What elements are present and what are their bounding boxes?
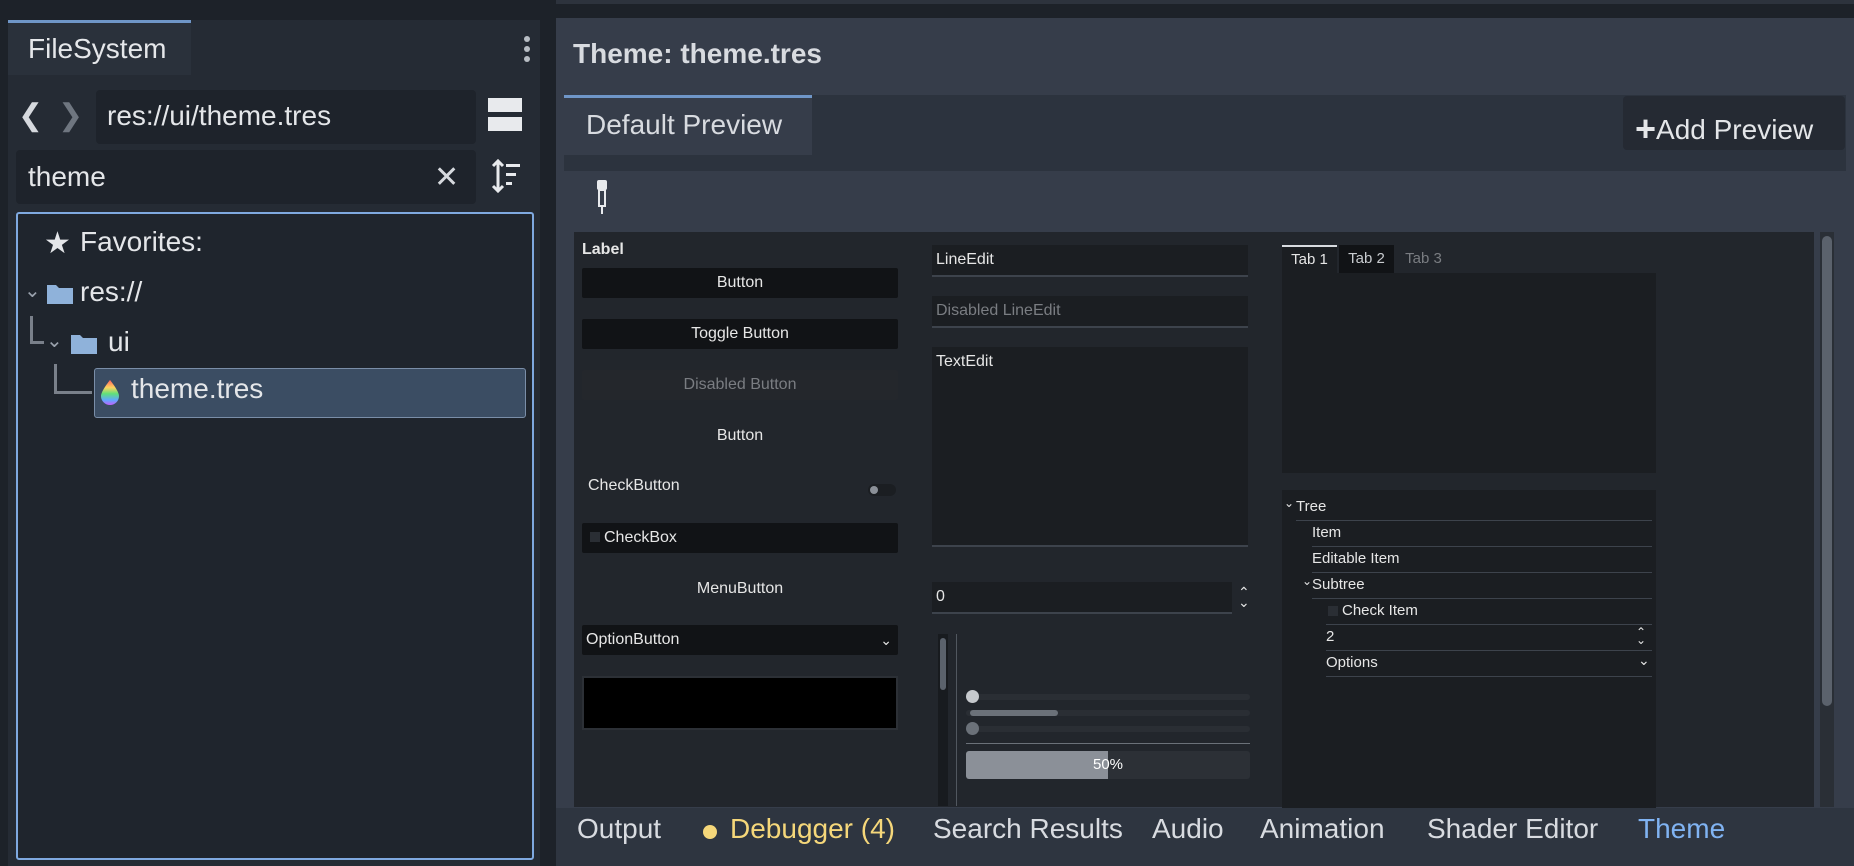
line-edit[interactable]: LineEdit: [932, 245, 1248, 277]
star-icon: ★: [44, 227, 71, 260]
chevron-down-icon[interactable]: ⌄: [24, 278, 41, 303]
tree-root-label: Tree: [1296, 498, 1327, 515]
eyedropper-icon[interactable]: [592, 178, 612, 218]
label-control: Label: [582, 241, 624, 258]
tab-output[interactable]: Output: [577, 813, 661, 845]
checkbox-icon[interactable]: [1328, 606, 1338, 616]
tab-filesystem[interactable]: FileSystem: [8, 20, 191, 75]
tab-default-preview[interactable]: Default Preview: [564, 95, 812, 155]
chevron-down-icon: ⌄: [1638, 652, 1650, 668]
favorites-label: Favorites:: [80, 226, 203, 257]
button-control[interactable]: Button: [582, 268, 898, 298]
v-separator: [956, 634, 957, 806]
tree-subtree[interactable]: Subtree: [1312, 576, 1365, 593]
search-input[interactable]: theme: [16, 150, 476, 204]
toggle-switch[interactable]: [868, 484, 896, 496]
chevron-down-icon[interactable]: ⌄: [46, 328, 63, 353]
flat-button[interactable]: Button: [582, 421, 898, 451]
forward-arrow-icon[interactable]: ❯: [58, 98, 83, 133]
spin-box[interactable]: 0: [932, 582, 1232, 614]
tree-item-theme-tres[interactable]: theme.tres: [94, 368, 526, 418]
tree-range-value[interactable]: 2: [1326, 628, 1334, 645]
tree-guide-line: [54, 364, 92, 394]
filesystem-dock: FileSystem ❮ ❯ res://ui/theme.tres theme…: [8, 20, 540, 866]
tree-item-label: res://: [80, 276, 143, 307]
disabled-button: Disabled Button: [582, 370, 898, 400]
menu-button[interactable]: MenuButton: [582, 574, 898, 604]
path-text: res://ui/theme.tres: [107, 100, 332, 131]
tab-debugger[interactable]: Debugger (4): [730, 813, 895, 845]
theme-resource-icon: [99, 379, 121, 412]
clear-icon[interactable]: ✕: [434, 160, 459, 195]
add-preview-button[interactable]: +Add Preview: [1623, 96, 1845, 150]
tree-check-item[interactable]: Check Item: [1342, 602, 1418, 619]
preview-panel: Label Button Toggle Button Disabled Butt…: [574, 232, 1814, 808]
checkbox-control[interactable]: CheckBox: [582, 523, 898, 553]
option-button[interactable]: OptionButton ⌄: [582, 625, 898, 655]
tab-label: FileSystem: [28, 33, 167, 64]
tree-item[interactable]: Item: [1312, 524, 1341, 541]
tab-audio[interactable]: Audio: [1152, 813, 1224, 845]
tab-theme[interactable]: Theme: [1638, 813, 1725, 845]
chevron-down-icon: ⌄: [880, 632, 892, 648]
tree-item-label: ui: [108, 326, 130, 357]
plus-icon: +: [1635, 108, 1657, 149]
tab-animation[interactable]: Animation: [1260, 813, 1385, 845]
warning-dot-icon: [703, 825, 717, 839]
tree-options[interactable]: Options: [1326, 654, 1378, 671]
split-mode-icon[interactable]: [488, 98, 522, 132]
spin-arrows-icon[interactable]: ⌃ ⌄: [1238, 585, 1250, 609]
check-button-label: CheckButton: [588, 477, 680, 494]
h-separator: [966, 743, 1250, 744]
progress-label: 50%: [1092, 756, 1124, 773]
option-button-label: OptionButton: [586, 631, 680, 648]
range-slider[interactable]: [966, 722, 1250, 735]
tree-guide-line: [30, 316, 44, 344]
search-text: theme: [28, 161, 106, 192]
file-tree[interactable]: ★ Favorites: ⌄ res:// ⌄ ui theme.tres: [16, 212, 534, 860]
tab-2[interactable]: Tab 2: [1339, 245, 1394, 273]
chevron-down-icon[interactable]: ⌄: [1284, 496, 1294, 510]
folder-icon: [70, 330, 98, 362]
top-strip: [556, 0, 1854, 4]
tree-control[interactable]: ⌄ Tree Item Editable Item ⌄ Subtree Chec…: [1282, 490, 1656, 808]
v-scrollbar[interactable]: [938, 634, 948, 806]
dock-menu-icon[interactable]: [520, 32, 534, 72]
tree-item-ui[interactable]: ⌄ ui: [18, 316, 518, 364]
color-picker-button[interactable]: [582, 676, 898, 730]
preview-scrollbar[interactable]: [1820, 232, 1834, 807]
theme-editor: Theme: theme.tres Default Preview +Add P…: [556, 0, 1854, 866]
progress-bar: 50%: [966, 751, 1250, 779]
tab-1[interactable]: Tab 1: [1282, 245, 1337, 273]
checkbox-label: CheckBox: [604, 529, 677, 546]
tree-item-res[interactable]: ⌄ res://: [18, 274, 518, 314]
tab-shader-editor[interactable]: Shader Editor: [1427, 813, 1598, 845]
folder-icon: [46, 280, 74, 312]
path-field[interactable]: res://ui/theme.tres: [96, 90, 476, 144]
editor-title: Theme: theme.tres: [573, 38, 822, 69]
text-edit[interactable]: TextEdit: [932, 347, 1248, 547]
tree-editable-item[interactable]: Editable Item: [1312, 550, 1400, 567]
h-scrollbar[interactable]: [966, 710, 1250, 716]
tab-label: Default Preview: [586, 109, 783, 140]
tab-search-results[interactable]: Search Results: [933, 813, 1123, 845]
chevron-down-icon[interactable]: ⌄: [1302, 574, 1312, 588]
back-arrow-icon[interactable]: ❮: [18, 98, 43, 133]
tree-item-label: theme.tres: [131, 373, 264, 404]
disabled-line-edit: Disabled LineEdit: [932, 296, 1248, 328]
checkbox-icon[interactable]: [590, 532, 600, 542]
add-preview-label: Add Preview: [1656, 114, 1814, 145]
spin-arrows-icon[interactable]: ⌃ ⌄: [1636, 626, 1646, 646]
tab-3: Tab 3: [1396, 245, 1451, 273]
sort-icon[interactable]: [490, 158, 522, 194]
toggle-button[interactable]: Toggle Button: [582, 319, 898, 349]
tab-container-panel: [1282, 273, 1656, 473]
h-slider[interactable]: [966, 690, 1250, 703]
